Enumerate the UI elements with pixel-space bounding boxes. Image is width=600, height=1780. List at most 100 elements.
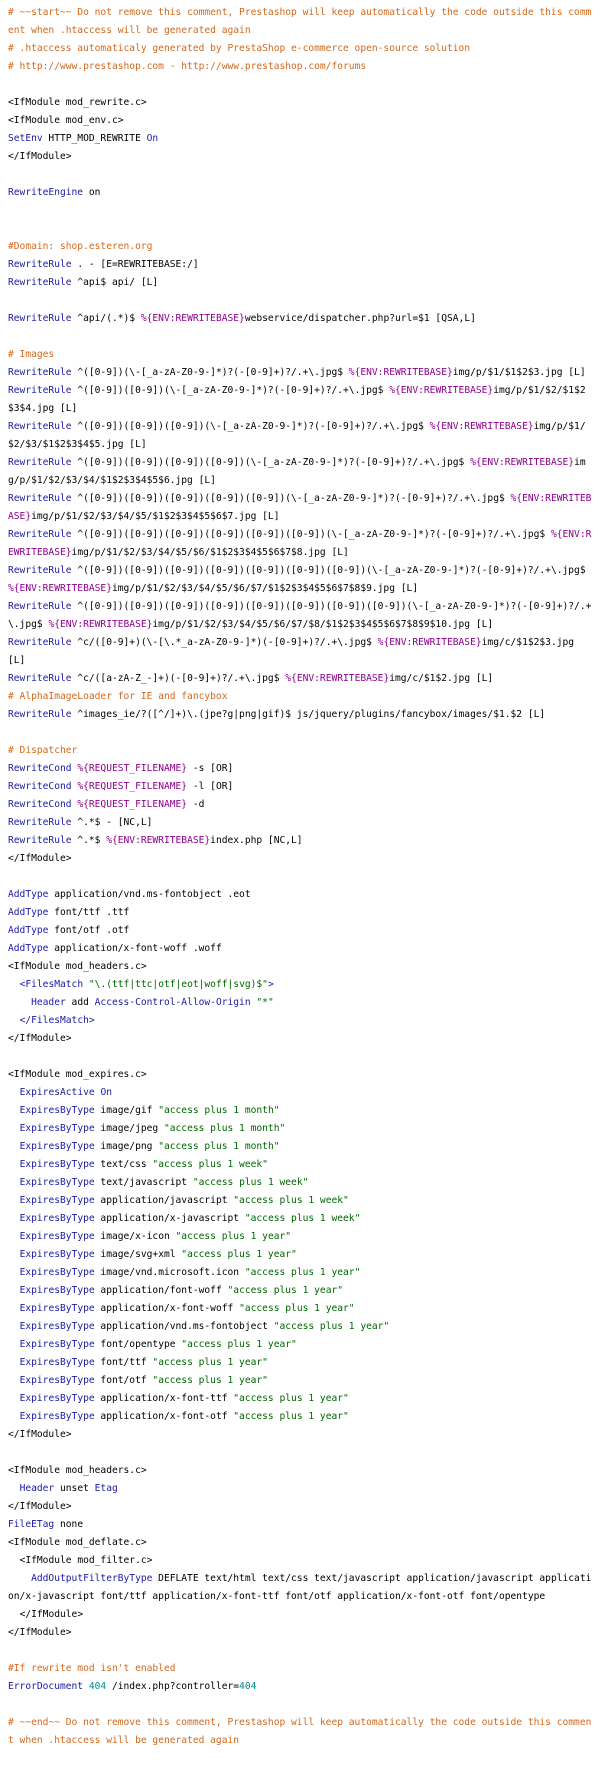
string-token: "access plus 1 year" bbox=[239, 1303, 355, 1314]
code-line: RewriteRule ^images_ie/?([^/]+)\.(jpe?g|… bbox=[8, 706, 592, 724]
directive-token: ExpiresByType bbox=[19, 1267, 95, 1278]
string-token: "access plus 1 year" bbox=[233, 1393, 349, 1404]
directive-token: RewriteRule bbox=[8, 709, 72, 720]
string-token: "\.(ttf|ttc|otf|eot|woff|svg)$" bbox=[88, 979, 268, 990]
directive-token: RewriteCond bbox=[8, 781, 72, 792]
code-line: #Domain: shop.esteren.org bbox=[8, 238, 592, 256]
number-token: 404 bbox=[88, 1681, 107, 1692]
text-token: font/opentype bbox=[94, 1339, 182, 1350]
text-token: -d bbox=[187, 799, 205, 810]
variable-token: %{ENV:REWRITEBASE} bbox=[48, 619, 153, 630]
directive-token: ExpiresByType bbox=[19, 1339, 95, 1350]
directive-token: RewriteRule bbox=[8, 673, 72, 684]
text-token: </IfModule> bbox=[8, 1501, 72, 1512]
directive-token: ExpiresByType bbox=[19, 1357, 95, 1368]
code-line: # Images bbox=[8, 346, 592, 364]
code-line: SetEnv HTTP_MOD_REWRITE On bbox=[8, 130, 592, 148]
directive-token: ExpiresByType bbox=[19, 1105, 95, 1116]
directive-token: ExpiresByType bbox=[19, 1249, 95, 1260]
directive-token: RewriteRule bbox=[8, 457, 72, 468]
code-line: <IfModule mod_deflate.c> bbox=[8, 1534, 592, 1552]
string-token: "access plus 1 year" bbox=[233, 1411, 349, 1422]
text-token: <IfModule mod_rewrite.c> bbox=[8, 97, 147, 108]
code-line: RewriteRule ^.*$ %{ENV:REWRITEBASE}index… bbox=[8, 832, 592, 850]
text-token: ^([0-9])([0-9])([0-9])([0-9])([0-9])([0-… bbox=[71, 565, 592, 576]
code-line: ExpiresByType font/opentype "access plus… bbox=[8, 1336, 592, 1354]
code-line: RewriteEngine on bbox=[8, 184, 592, 202]
code-line: </IfModule> bbox=[8, 148, 592, 166]
code-line: RewriteRule ^([0-9])([0-9])([0-9])([0-9]… bbox=[8, 490, 592, 526]
directive-token: ExpiresByType bbox=[19, 1195, 95, 1206]
directive-token: Header bbox=[31, 997, 66, 1008]
directive-token: AddType bbox=[8, 889, 49, 900]
code-line: RewriteRule ^api$ api/ [L] bbox=[8, 274, 592, 292]
comment-token: #Domain: shop.esteren.org bbox=[8, 241, 153, 252]
directive-token: AddType bbox=[8, 943, 49, 954]
text-token: application/x-javascript bbox=[94, 1213, 245, 1224]
text-token: <IfModule mod_expires.c> bbox=[8, 1069, 147, 1080]
code-line: ExpiresByType image/svg+xml "access plus… bbox=[8, 1246, 592, 1264]
variable-token: %{ENV:REWRITEBASE} bbox=[8, 583, 112, 594]
text-token: application/x-font-otf bbox=[94, 1411, 234, 1422]
code-line: RewriteCond %{REQUEST_FILENAME} -s [OR] bbox=[8, 760, 592, 778]
text-token: ^([0-9])([0-9])(\-[_a-zA-Z0-9-]*)?(-[0-9… bbox=[71, 385, 390, 396]
code-line: RewriteRule ^c/([0-9]+)(\-[\.*_a-zA-Z0-9… bbox=[8, 634, 592, 670]
text-token: img/p/$1/$2/$3/$4/$5/$6/$7/$1$2$3$4$5$6$… bbox=[111, 583, 419, 594]
text-token: none bbox=[54, 1519, 84, 1530]
directive-token: RewriteCond bbox=[8, 799, 72, 810]
code-line: </IfModule> bbox=[8, 1030, 592, 1048]
comment-token: # http://www.prestashop.com - http://www… bbox=[8, 61, 367, 72]
directive-token: </FilesMatch> bbox=[19, 1015, 95, 1026]
directive-token: RewriteRule bbox=[8, 277, 72, 288]
text-token: img/p/$1/$2/$3/$4/$5/$1$2$3$4$5$6$7.jpg … bbox=[31, 511, 280, 522]
directive-token: FileETag bbox=[8, 1519, 55, 1530]
text-token: img/p/$1/$1$2$3.jpg [L] bbox=[452, 367, 586, 378]
string-token: "access plus 1 month" bbox=[158, 1105, 280, 1116]
directive-token: > bbox=[267, 979, 274, 990]
comment-token: # Dispatcher bbox=[8, 745, 78, 756]
directive-token: RewriteRule bbox=[8, 601, 72, 612]
code-line: <IfModule mod_rewrite.c> bbox=[8, 94, 592, 112]
number-token: 404 bbox=[239, 1681, 257, 1692]
code-line: ExpiresByType application/x-font-ttf "ac… bbox=[8, 1390, 592, 1408]
text-token: text/css bbox=[94, 1159, 153, 1170]
code-line: ExpiresByType application/x-font-otf "ac… bbox=[8, 1408, 592, 1426]
directive-token: RewriteRule bbox=[8, 835, 72, 846]
string-token: "access plus 1 year" bbox=[244, 1267, 361, 1278]
string-token: "access plus 1 month" bbox=[163, 1123, 286, 1134]
code-line: RewriteRule ^([0-9])([0-9])(\-[_a-zA-Z0-… bbox=[8, 382, 592, 418]
code-line: AddType application/x-font-woff .woff bbox=[8, 940, 592, 958]
code-line: </FilesMatch> bbox=[8, 1012, 592, 1030]
code-line: ExpiresByType image/gif "access plus 1 m… bbox=[8, 1102, 592, 1120]
directive-token: RewriteRule bbox=[8, 529, 72, 540]
text-token: font/otf .otf bbox=[48, 925, 130, 936]
text-token: unset bbox=[54, 1483, 95, 1494]
code-line: AddOutputFilterByType DEFLATE text/html … bbox=[8, 1570, 592, 1606]
directive-token: On bbox=[146, 133, 159, 144]
code-line: #If rewrite mod isn't enabled bbox=[8, 1660, 592, 1678]
text-token: font/ttf .ttf bbox=[48, 907, 130, 918]
variable-token: %{ENV:REWRITEBASE} bbox=[377, 637, 482, 648]
directive-token: RewriteRule bbox=[8, 421, 72, 432]
text-token: on bbox=[83, 187, 101, 198]
directive-token: <FilesMatch bbox=[19, 979, 84, 990]
code-line: # ~~end~~ Do not remove this comment, Pr… bbox=[8, 1714, 592, 1750]
code-line: ExpiresByType image/x-icon "access plus … bbox=[8, 1228, 592, 1246]
directive-token: RewriteRule bbox=[8, 565, 72, 576]
string-token: "access plus 1 week" bbox=[192, 1177, 309, 1188]
variable-token: %{REQUEST_FILENAME} bbox=[77, 799, 188, 810]
text-token: application/x-font-woff bbox=[94, 1303, 240, 1314]
directive-token: RewriteRule bbox=[8, 367, 72, 378]
string-token: "access plus 1 year" bbox=[152, 1357, 268, 1368]
string-token: "access plus 1 year" bbox=[152, 1375, 268, 1386]
text-token: ^([0-9])([0-9])([0-9])([0-9])([0-9])([0-… bbox=[71, 529, 551, 540]
